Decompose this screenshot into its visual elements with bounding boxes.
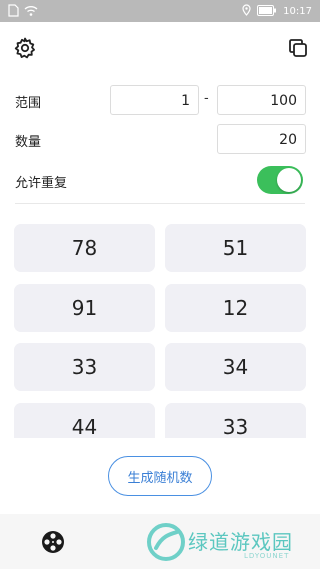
status-bar: 10:17 [0,0,320,22]
result-cell[interactable]: 34 [165,343,306,391]
result-cell[interactable]: 12 [165,284,306,332]
allow-repeat-label: 允许重复 [15,176,68,191]
count-input[interactable]: 20 [217,124,306,154]
toggle-knob [277,168,301,192]
copy-icon[interactable] [286,36,310,60]
range-label: 范围 [15,96,42,111]
range-separator: - [204,91,209,106]
result-cell[interactable]: 91 [14,284,155,332]
sim-icon [8,4,19,20]
results-grid: 78 51 91 12 33 34 44 33 [0,217,320,438]
wifi-icon [24,5,38,20]
watermark-logo [147,523,185,561]
battery-icon [257,4,277,19]
divider [15,203,305,204]
range-min-input[interactable]: 1 [110,85,199,115]
range-max-input[interactable]: 100 [217,85,306,115]
gear-icon[interactable] [13,36,37,60]
result-cell[interactable]: 33 [14,343,155,391]
generate-button[interactable]: 生成随机数 [108,456,212,496]
status-left [8,4,38,20]
allow-repeat-toggle[interactable] [257,166,303,194]
status-right: 10:17 [242,4,312,19]
result-cell[interactable]: 78 [14,224,155,272]
bottom-bar: 绿道游戏园 LDYOUNET [0,514,320,569]
status-time: 10:17 [283,5,312,17]
count-label: 数量 [15,135,42,150]
toolbar [0,22,320,74]
count-row: 数量 20 [0,124,320,156]
result-cell[interactable]: 44 [14,403,155,438]
watermark: 绿道游戏园 LDYOUNET [146,522,316,566]
result-cell[interactable]: 51 [165,224,306,272]
range-row: 范围 1 - 100 [0,85,320,117]
film-reel-icon[interactable] [39,528,67,556]
watermark-subtext: LDYOUNET [244,552,290,560]
result-cell[interactable]: 33 [165,403,306,438]
allow-repeat-row: 允许重复 [0,165,320,197]
location-icon [242,4,251,19]
watermark-text: 绿道游戏园 [188,530,293,554]
